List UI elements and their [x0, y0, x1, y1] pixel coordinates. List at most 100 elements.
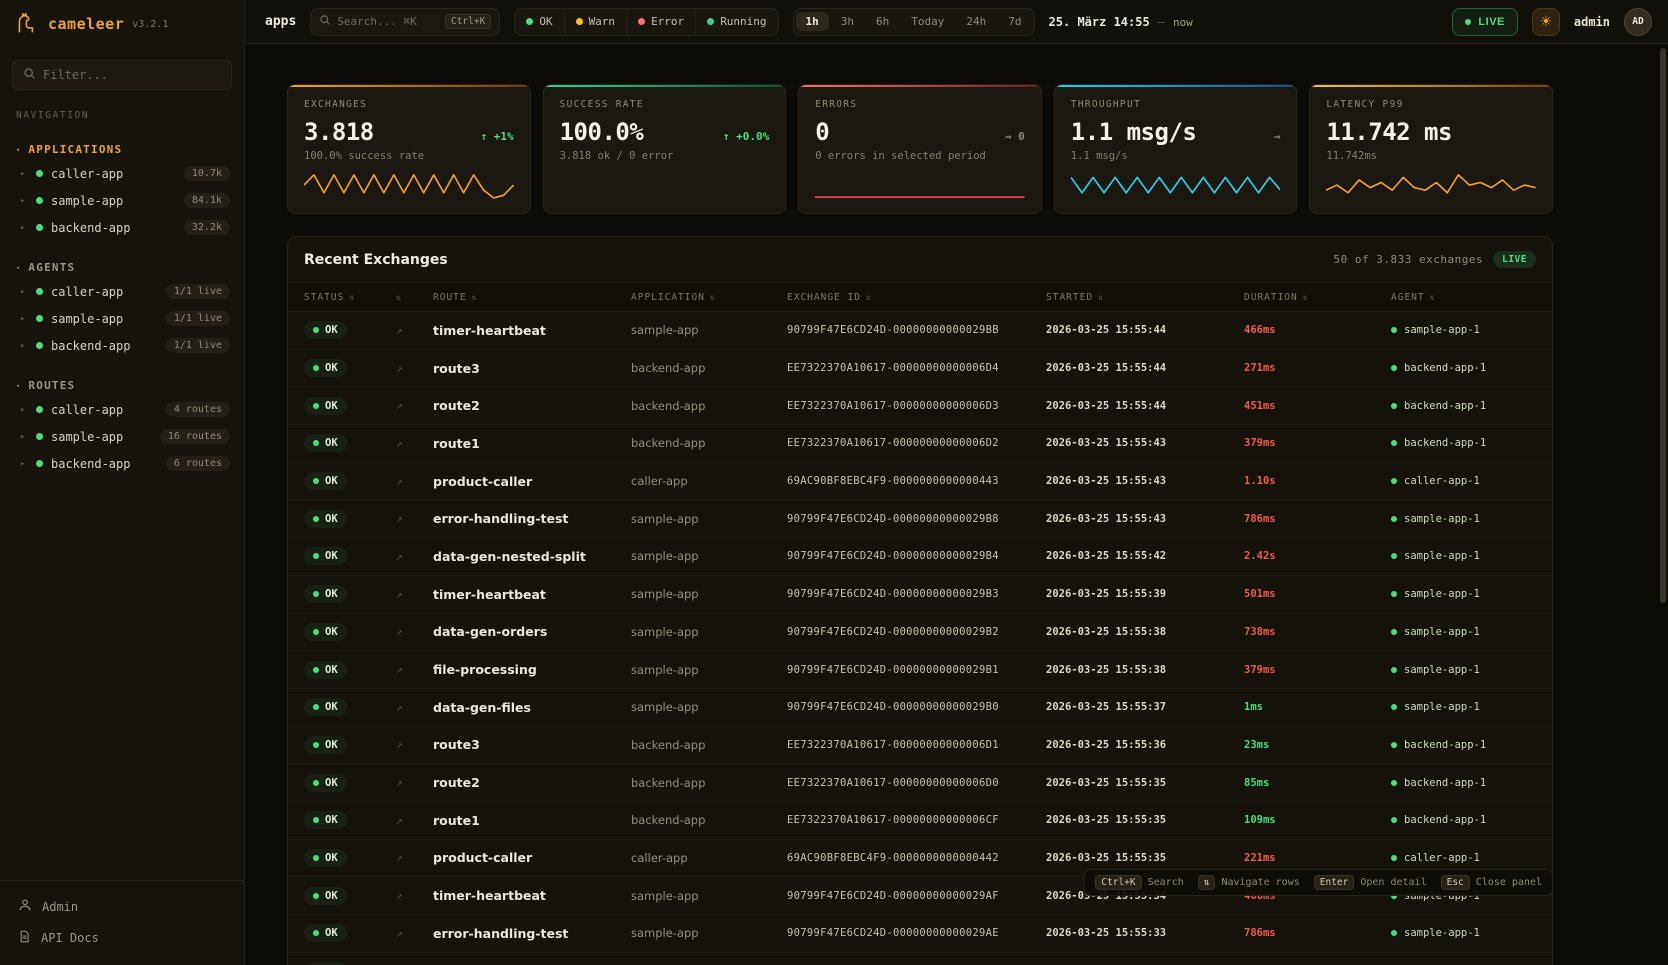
duration-cell: 786ms	[1244, 927, 1391, 939]
status-filter-error[interactable]: Error	[626, 9, 695, 35]
route-cell: timer-heartbeat	[433, 323, 631, 338]
started-cell: 2026-03-25 15:55:42	[1046, 550, 1244, 562]
item-label: backend-app	[51, 221, 176, 235]
table-row[interactable]: OK↗timer-heartbeatsample-app90799F47E6CD…	[288, 576, 1552, 614]
table-row[interactable]: OK↗route3backend-appEE7322370A10617-0000…	[288, 727, 1552, 765]
status-label: OK	[325, 777, 338, 789]
camel-logo-icon	[14, 10, 40, 39]
exchange-id-cell: EE7322370A10617-00000000000006CF	[787, 814, 1046, 826]
sidebar-sections: ▾APPLICATIONS▸caller-app10.7k▸sample-app…	[0, 123, 244, 477]
time-range-1h[interactable]: 1h	[796, 12, 829, 31]
status-label: OK	[325, 814, 338, 826]
sidebar-item-admin[interactable]: Admin	[0, 891, 244, 922]
table-row[interactable]: OK↗route1backend-appEE7322370A10617-0000…	[288, 425, 1552, 463]
stat-subtext: 1.1 msg/s	[1071, 150, 1281, 162]
live-toggle-button[interactable]: LIVE	[1452, 8, 1517, 36]
table-row[interactable]: OK↗data-gen-orderssample-app90799F47E6CD…	[288, 614, 1552, 652]
status-dot-icon	[707, 18, 714, 25]
agent-status-dot-icon	[1391, 478, 1397, 484]
filter-input[interactable]	[43, 68, 221, 82]
filter-label: Warn	[589, 15, 616, 28]
column-header-exchange-id[interactable]: EXCHANGE ID⇅	[787, 292, 1046, 303]
sidebar-item-sample-app[interactable]: ▸sample-app1/1 live	[0, 305, 244, 332]
sidebar-item-backend-app[interactable]: ▸backend-app6 routes	[0, 450, 244, 477]
agent-label: sample-app-1	[1404, 324, 1480, 336]
filter-label: Running	[720, 15, 766, 28]
column-header-started[interactable]: STARTED⇅	[1046, 292, 1244, 303]
status-filter-running[interactable]: Running	[695, 9, 777, 35]
theme-toggle-button[interactable]: ☀	[1532, 8, 1560, 36]
chevron-right-icon: ▸	[20, 459, 28, 469]
sidebar-item-caller-app[interactable]: ▸caller-app10.7k	[0, 160, 244, 187]
table-row[interactable]: OK↗error-handling-testsample-app90799F47…	[288, 500, 1552, 538]
agent-status-dot-icon	[1391, 855, 1397, 861]
table-row[interactable]: OK↗route2backend-appEE7322370A10617-0000…	[288, 387, 1552, 425]
time-range-3h[interactable]: 3h	[831, 12, 864, 31]
sidebar-section-agents: ▾AGENTS▸caller-app1/1 live▸sample-app1/1…	[0, 257, 244, 359]
sidebar-item-caller-app[interactable]: ▸caller-app4 routes	[0, 396, 244, 423]
stat-card-exchanges[interactable]: EXCHANGES3.818↑ +1%100.0% success rate	[287, 84, 531, 214]
search-input[interactable]	[337, 15, 439, 28]
sidebar-item-sample-app[interactable]: ▸sample-app84.1k	[0, 187, 244, 214]
direction-arrow-icon: ↗	[396, 701, 433, 714]
stat-card-throughput[interactable]: THROUGHPUT1.1 msg/s→1.1 msg/s	[1054, 84, 1298, 214]
live-badge: LIVE	[1493, 251, 1536, 268]
column-header-duration[interactable]: DURATION⇅	[1244, 292, 1391, 303]
global-search[interactable]: Ctrl+K	[310, 8, 500, 36]
status-filter-ok[interactable]: OK	[515, 9, 563, 35]
sidebar-item-caller-app[interactable]: ▸caller-app1/1 live	[0, 278, 244, 305]
time-range-6h[interactable]: 6h	[866, 12, 899, 31]
sidebar-item-api-docs[interactable]: API Docs	[0, 922, 244, 953]
agent-label: sample-app-1	[1404, 927, 1480, 939]
time-range-today[interactable]: Today	[901, 12, 954, 31]
agent-label: caller-app-1	[1404, 475, 1480, 487]
item-label: caller-app	[51, 403, 158, 417]
stat-card-latency-p99[interactable]: LATENCY P9911.742 ms11.742ms	[1309, 84, 1553, 214]
started-cell: 2026-03-25 15:55:44	[1046, 324, 1244, 336]
agent-label: backend-app-1	[1404, 362, 1486, 374]
table-row[interactable]: OK↗data-gen-nested-splitsample-app90799F…	[288, 538, 1552, 576]
table-row[interactable]: OK↗data-gen-nested-splitsample-app90799F…	[288, 953, 1552, 965]
time-range-24h[interactable]: 24h	[956, 12, 996, 31]
sidebar-item-sample-app[interactable]: ▸sample-app16 routes	[0, 423, 244, 450]
avatar[interactable]: AD	[1624, 8, 1652, 36]
section-header-applications[interactable]: ▾APPLICATIONS	[0, 139, 244, 160]
item-badge: 10.7k	[184, 166, 230, 181]
table-row[interactable]: OK↗product-callercaller-app69AC90BF8EBC4…	[288, 463, 1552, 501]
table-row[interactable]: OK↗route1backend-appEE7322370A10617-0000…	[288, 802, 1552, 840]
section-label: APPLICATIONS	[28, 143, 122, 156]
scrollbar-thumb[interactable]	[1660, 48, 1666, 603]
chevron-right-icon: ▸	[20, 341, 28, 351]
hint-key-kbd: Enter	[1314, 875, 1355, 890]
column-header-route[interactable]: ROUTE⇅	[433, 292, 631, 303]
column-header-agent[interactable]: AGENT⇅	[1391, 292, 1536, 303]
column-header-status[interactable]: STATUS⇅	[304, 292, 396, 303]
table-row[interactable]: OK↗timer-heartbeatsample-app90799F47E6CD…	[288, 312, 1552, 350]
table-row[interactable]: OK↗error-handling-testsample-app90799F47…	[288, 915, 1552, 953]
time-range-7d[interactable]: 7d	[998, 12, 1031, 31]
panel-title: Recent Exchanges	[304, 252, 448, 268]
status-label: OK	[325, 362, 338, 374]
table-row[interactable]: OK↗route2backend-appEE7322370A10617-0000…	[288, 764, 1552, 802]
sidebar-item-backend-app[interactable]: ▸backend-app1/1 live	[0, 332, 244, 359]
sidebar-filter[interactable]	[12, 60, 232, 90]
table-row[interactable]: OK↗data-gen-filessample-app90799F47E6CD2…	[288, 689, 1552, 727]
column-header-direction[interactable]: ⇅	[396, 293, 433, 302]
duration-cell: 379ms	[1244, 664, 1391, 676]
agent-status-dot-icon	[1391, 930, 1397, 936]
column-header-application[interactable]: APPLICATION⇅	[631, 292, 787, 303]
sidebar-item-backend-app[interactable]: ▸backend-app32.2k	[0, 214, 244, 241]
section-header-routes[interactable]: ▾ROUTES	[0, 375, 244, 396]
status-dot-icon	[313, 591, 319, 597]
status-dot-icon	[313, 855, 319, 861]
table-row[interactable]: OK↗route3backend-appEE7322370A10617-0000…	[288, 350, 1552, 388]
status-filter-warn[interactable]: Warn	[564, 9, 627, 35]
stat-card-errors[interactable]: ERRORS0→ 00 errors in selected period	[798, 84, 1042, 214]
section-header-agents[interactable]: ▾AGENTS	[0, 257, 244, 278]
stat-card-success-rate[interactable]: SUCCESS RATE100.0%↑ +0.0%3.818 ok / 0 er…	[543, 84, 787, 214]
route-cell: route3	[433, 361, 631, 376]
table-row[interactable]: OK↗file-processingsample-app90799F47E6CD…	[288, 651, 1552, 689]
scrollbar[interactable]	[1660, 48, 1666, 961]
duration-cell: 109ms	[1244, 814, 1391, 826]
route-cell: route1	[433, 813, 631, 828]
